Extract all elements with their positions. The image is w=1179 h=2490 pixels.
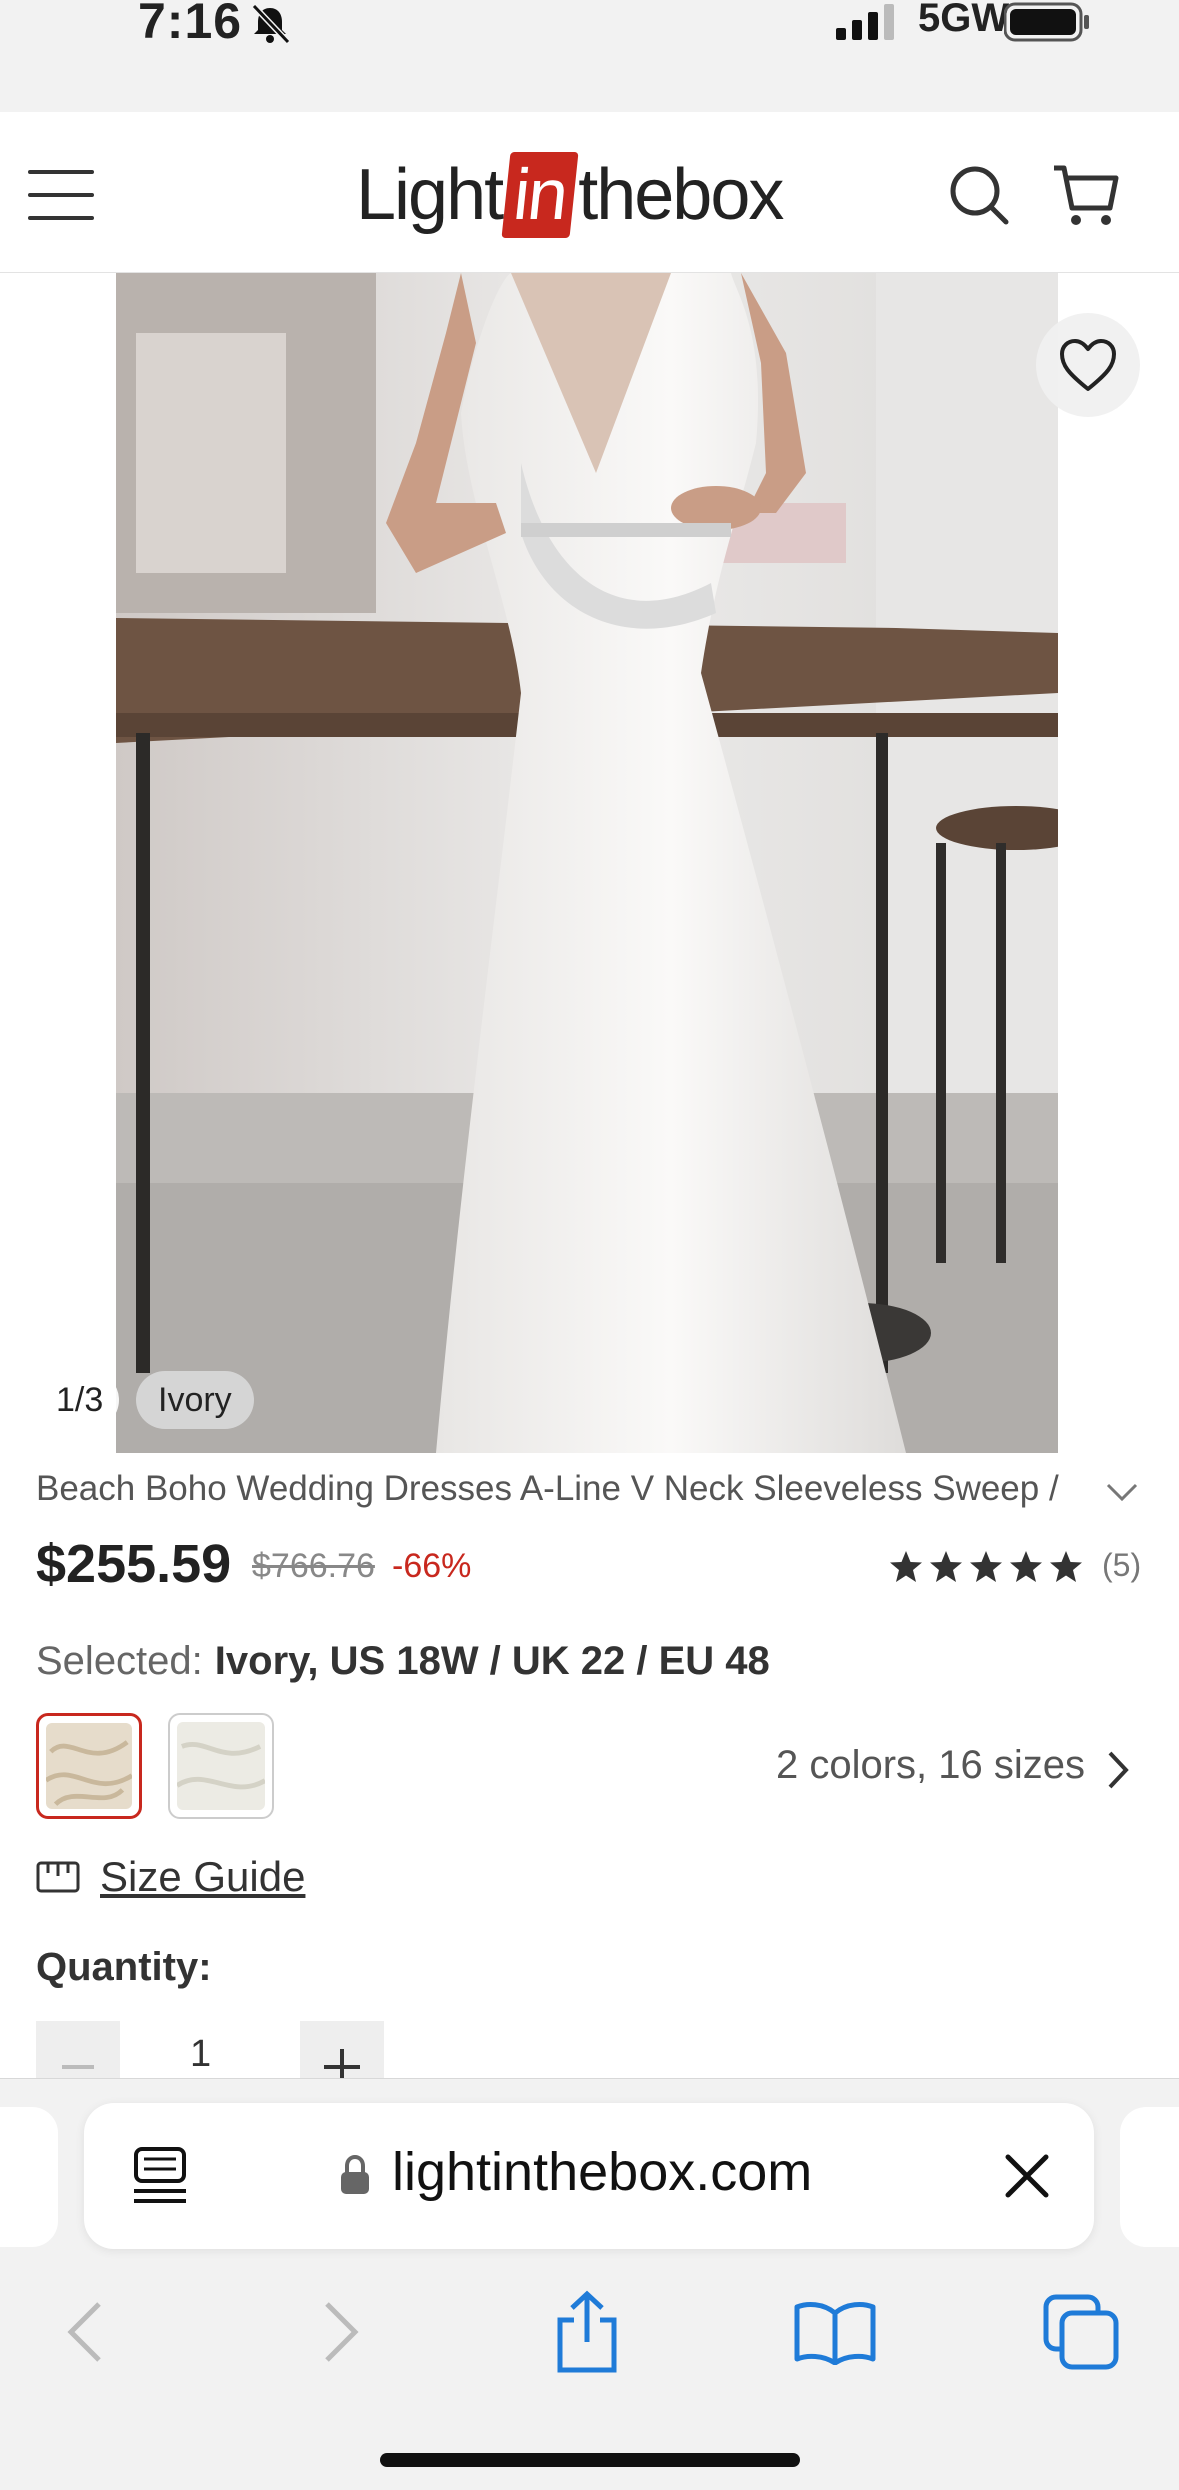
previous-tab-peek[interactable] xyxy=(0,2107,58,2247)
share-icon xyxy=(557,2290,617,2373)
quantity-label: Quantity: xyxy=(36,1945,212,1989)
forward-button[interactable] xyxy=(296,2287,386,2377)
favorite-button[interactable] xyxy=(1036,313,1140,417)
chevron-right-icon xyxy=(325,2302,359,2362)
status-time: 7:16 xyxy=(138,0,243,49)
product-title[interactable]: Beach Boho Wedding Dresses A-Line V Neck… xyxy=(36,1469,1076,1509)
size-guide-label: Size Guide xyxy=(100,1853,306,1900)
chevron-left-icon xyxy=(67,2302,101,2362)
product-info: Beach Boho Wedding Dresses A-Line V Neck… xyxy=(0,1453,1179,2091)
ruler-icon xyxy=(36,1861,80,1893)
browser-nav xyxy=(0,2287,1179,2407)
image-counter: 1/3 xyxy=(40,1371,120,1429)
battery-icon xyxy=(1004,2,1089,42)
menu-icon[interactable] xyxy=(28,168,94,222)
selected-variant: Selected: Ivory, US 18W / UK 22 / EU 48 xyxy=(36,1639,770,1684)
star-icon xyxy=(970,1551,1002,1582)
star-icon xyxy=(1010,1551,1042,1582)
selected-label: Selected: xyxy=(36,1639,203,1683)
chevron-down-icon[interactable] xyxy=(1104,1477,1140,1505)
star-icon xyxy=(930,1551,962,1582)
browser-toolbar: lightinthebox.com xyxy=(0,2078,1179,2490)
bookmarks-button[interactable] xyxy=(790,2287,880,2377)
review-count[interactable]: (5) xyxy=(1102,1547,1141,1584)
back-button[interactable] xyxy=(40,2287,130,2377)
lock-icon xyxy=(341,2155,369,2194)
original-price: $766.76 xyxy=(252,1547,375,1585)
quantity-value[interactable]: 1 xyxy=(190,2033,211,2076)
logo-text-light: Light xyxy=(356,155,504,235)
product-price: $255.59 xyxy=(36,1534,232,1594)
close-icon[interactable] xyxy=(1002,2151,1052,2201)
selected-value: Ivory, US 18W / UK 22 / EU 48 xyxy=(214,1639,770,1683)
fabric-swatch-image xyxy=(44,1723,134,1809)
book-icon xyxy=(794,2302,876,2365)
rating-stars[interactable] xyxy=(888,1549,1084,1585)
silent-bell-icon xyxy=(251,4,291,44)
color-swatch-white[interactable] xyxy=(168,1713,274,1819)
color-chip: Ivory xyxy=(136,1371,254,1429)
tabs-button[interactable] xyxy=(1036,2287,1126,2377)
site-logo[interactable]: Light in thebox xyxy=(356,150,784,240)
home-indicator xyxy=(380,2453,800,2467)
share-button[interactable] xyxy=(542,2287,632,2377)
heart-icon xyxy=(1060,339,1116,391)
next-tab-peek[interactable] xyxy=(1120,2107,1179,2247)
cellular-signal-icon xyxy=(836,4,894,40)
wedding-dress-photo xyxy=(116,273,1058,1453)
product-photo[interactable] xyxy=(116,273,1058,1453)
reader-mode-icon[interactable] xyxy=(128,2145,192,2207)
star-icon xyxy=(1050,1551,1082,1582)
options-summary[interactable]: 2 colors, 16 sizes xyxy=(776,1743,1085,1788)
logo-text-thebox: thebox xyxy=(578,155,784,235)
search-icon[interactable] xyxy=(948,164,1010,226)
star-icon xyxy=(890,1551,922,1582)
network-type: 5GW xyxy=(918,0,1010,40)
product-gallery: 1/3 Ivory xyxy=(0,273,1179,1453)
address-bar[interactable]: lightinthebox.com xyxy=(84,2103,1094,2249)
tabs-icon xyxy=(1043,2294,1119,2370)
discount-badge: -66% xyxy=(392,1547,472,1585)
status-bar: 7:16 5GW xyxy=(0,0,1179,113)
cart-icon[interactable] xyxy=(1052,162,1120,228)
color-swatch-ivory[interactable] xyxy=(36,1713,142,1819)
chevron-right-icon[interactable] xyxy=(1104,1749,1132,1791)
site-header: Light in thebox xyxy=(0,112,1179,273)
url-text[interactable]: lightinthebox.com xyxy=(392,2141,812,2203)
logo-text-in: in xyxy=(501,152,579,238)
size-guide-link[interactable]: Size Guide xyxy=(36,1853,305,1901)
fabric-swatch-image xyxy=(175,1722,267,1810)
